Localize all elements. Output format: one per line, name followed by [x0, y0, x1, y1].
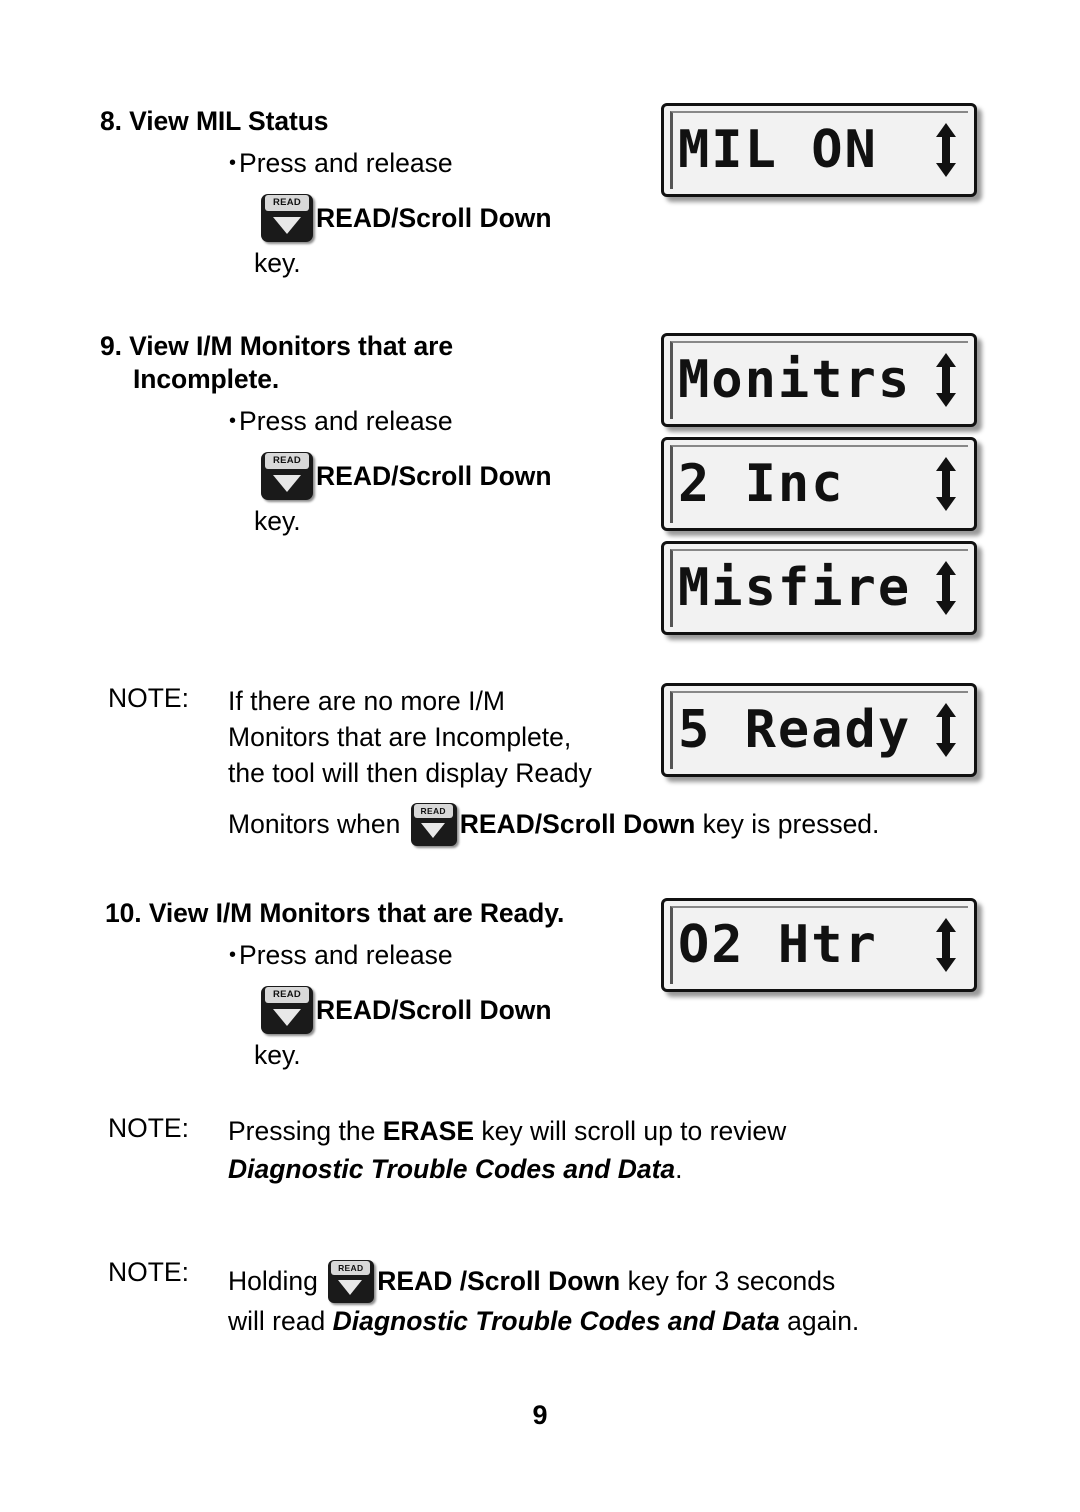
note-3-key-rest: /Scroll Down	[459, 1266, 621, 1296]
section-8-bullet: • Press and release	[229, 147, 649, 180]
section-8-key-suffix: key.	[254, 248, 301, 278]
note-3-line1-pre: Holding	[228, 1266, 318, 1296]
section-9-title-line1: View I/M Monitors that are	[129, 331, 453, 361]
up-down-arrow-icon	[934, 918, 958, 972]
section-8-title: View MIL Status	[129, 106, 329, 136]
up-down-arrow-icon	[934, 703, 958, 757]
key-cap-label: READ	[265, 987, 309, 1003]
key-cap-label: READ	[265, 195, 309, 211]
note-3-line2-post: again.	[787, 1306, 860, 1336]
lcd-o2-htr-text: O2 Htr	[678, 915, 878, 975]
note-1-line4: Monitors when READ READ/Scroll Down key …	[228, 800, 1018, 847]
lcd-5-ready: 5 Ready	[661, 683, 977, 777]
section-10-key-suffix: key.	[254, 1040, 301, 1070]
note-3-line2: will read Diagnostic Trouble Codes and D…	[228, 1303, 1028, 1339]
lcd-monitrs-text: Monitrs	[678, 350, 912, 410]
bullet-dot: •	[229, 944, 237, 966]
lcd-2-inc-text: 2 Inc	[678, 454, 845, 514]
note-1-line2: Monitors that are Incomplete,	[228, 722, 572, 752]
note-2-italic-phrase: Diagnostic Trouble Codes and Data	[228, 1154, 676, 1184]
note-2-line1-post: key will scroll up to review	[481, 1116, 787, 1146]
section-8-key-bold: READ	[316, 203, 392, 233]
note-1-line4-post: key is pressed.	[702, 809, 880, 839]
section-9-title-line2: Incomplete.	[133, 364, 280, 394]
note-3-line1: Holding READ READ /Scroll Down key for 3…	[228, 1257, 1028, 1304]
section-10-heading: 10. View I/M Monitors that are Ready.	[105, 897, 665, 930]
note-3-label: NOTE:	[108, 1257, 189, 1287]
note-3-line1-post: key for 3 seconds	[627, 1266, 836, 1296]
section-10-key-rest: /Scroll Down	[391, 995, 552, 1025]
up-down-arrow-icon	[934, 123, 958, 177]
note-3-line2-pre: will read	[228, 1306, 326, 1336]
read-scroll-down-key-icon[interactable]: READ	[258, 449, 314, 501]
bullet-dot: •	[229, 152, 237, 174]
lcd-o2-htr: O2 Htr	[661, 898, 977, 992]
section-9-heading: 9. View I/M Monitors that are	[100, 330, 630, 363]
lcd-monitrs: Monitrs	[661, 333, 977, 427]
note-2-label: NOTE:	[108, 1113, 189, 1143]
read-scroll-down-key-icon[interactable]: READ	[258, 983, 314, 1035]
lcd-mil-on-text: MIL ON	[678, 120, 878, 180]
note-1-label: NOTE:	[108, 683, 189, 713]
section-10-bullet: • Press and release	[229, 939, 649, 972]
note-2-line1-pre: Pressing the	[228, 1116, 376, 1146]
section-9-key-bold: READ	[316, 461, 392, 491]
note-2-line1: Pressing the ERASE key will scroll up to…	[228, 1113, 1018, 1149]
section-10-number: 10.	[105, 898, 142, 928]
lcd-5-ready-text: 5 Ready	[678, 700, 912, 760]
down-triangle-icon	[273, 217, 301, 234]
up-down-arrow-icon	[934, 353, 958, 407]
section-10-key-line: READ READ/Scroll Down	[258, 983, 552, 1035]
section-9-number: 9.	[100, 331, 122, 361]
section-8-key-rest: /Scroll Down	[391, 203, 552, 233]
note-1-line4-pre: Monitors when	[228, 809, 401, 839]
key-cap-label: READ	[413, 804, 453, 818]
section-9-bullet-text: Press and release	[239, 406, 453, 436]
section-8-bullet-text: Press and release	[239, 148, 453, 178]
section-8-number: 8.	[100, 106, 122, 136]
section-9-key-line: READ READ/Scroll Down	[258, 449, 552, 501]
up-down-arrow-icon	[934, 561, 958, 615]
section-8-key-line: READ READ/Scroll Down	[258, 191, 552, 243]
section-8-heading: 8. View MIL Status	[100, 105, 620, 138]
note-1-line3: the tool will then display Ready	[228, 758, 592, 788]
read-scroll-down-key-icon[interactable]: READ	[258, 191, 314, 243]
section-9-key-suffix: key.	[254, 506, 301, 536]
read-scroll-down-key-icon[interactable]: READ	[408, 800, 458, 847]
lcd-misfire-text: Misfire	[678, 558, 912, 618]
down-triangle-icon	[338, 1280, 363, 1295]
note-1-line1: If there are no more I/M	[228, 686, 505, 716]
lcd-2-inc: 2 Inc	[661, 437, 977, 531]
down-triangle-icon	[420, 823, 445, 838]
section-10-key-bold: READ	[316, 995, 392, 1025]
manual-page: 8. View MIL Status • Press and release RE…	[0, 0, 1080, 1512]
note-3-italic-phrase: Diagnostic Trouble Codes and Data	[332, 1306, 780, 1336]
down-triangle-icon	[273, 475, 301, 492]
key-cap-label: READ	[265, 453, 309, 469]
note-2-line2-post: .	[675, 1154, 683, 1184]
note-1-line4-key-bold: READ	[459, 809, 535, 839]
bullet-dot: •	[229, 410, 237, 432]
note-1-line4-key-rest: /Scroll Down	[534, 809, 696, 839]
section-10-title: View I/M Monitors that are Ready.	[148, 898, 565, 928]
section-9-key-rest: /Scroll Down	[391, 461, 552, 491]
lcd-mil-on: MIL ON	[661, 103, 977, 197]
note-3-key-bold: READ	[377, 1266, 453, 1296]
note-2-line2: Diagnostic Trouble Codes and Data.	[228, 1151, 1018, 1187]
section-10-bullet-text: Press and release	[239, 940, 453, 970]
read-scroll-down-key-icon[interactable]: READ	[325, 1257, 375, 1304]
section-9-bullet: • Press and release	[229, 405, 649, 438]
down-triangle-icon	[273, 1009, 301, 1026]
note-2-erase-keyword: ERASE	[382, 1116, 474, 1146]
up-down-arrow-icon	[934, 457, 958, 511]
page-number: 9	[532, 1400, 548, 1430]
key-cap-label: READ	[331, 1261, 371, 1275]
lcd-misfire: Misfire	[661, 541, 977, 635]
